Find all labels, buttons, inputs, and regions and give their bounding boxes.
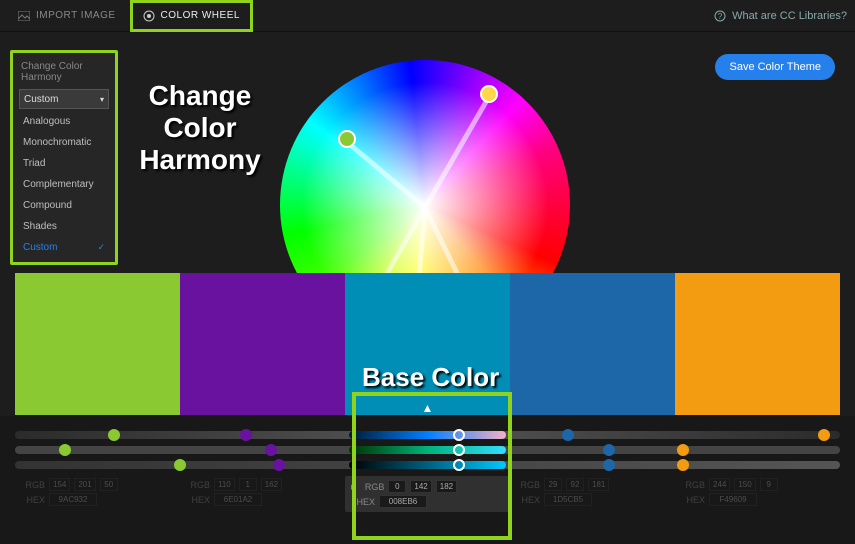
slider-handle[interactable]: [240, 429, 252, 441]
slider-handle[interactable]: [677, 459, 689, 471]
hex-value[interactable]: F49609: [709, 493, 757, 506]
slider-handle[interactable]: [108, 429, 120, 441]
rgb-value[interactable]: 201: [74, 478, 95, 491]
chevron-down-icon: ▾: [100, 95, 104, 104]
harmony-item-analogous[interactable]: Analogous: [19, 111, 109, 132]
harmony-item-shades[interactable]: Shades: [19, 216, 109, 237]
slider-handle[interactable]: [603, 444, 615, 456]
hex-value[interactable]: 008EB6: [379, 495, 427, 508]
wheel-handle[interactable]: [480, 85, 498, 103]
rgb-value[interactable]: 110: [214, 478, 235, 491]
slider-handle[interactable]: [818, 429, 830, 441]
base-slider-segment[interactable]: [349, 431, 506, 439]
harmony-select[interactable]: Custom ▾: [19, 89, 109, 109]
rgb-value[interactable]: 9: [760, 478, 778, 491]
rgb-value[interactable]: 154: [49, 478, 70, 491]
hex-value[interactable]: 1D5CB5: [544, 493, 592, 506]
slider-row-0[interactable]: [15, 431, 840, 439]
hex-label: HEX: [516, 495, 540, 505]
save-color-theme-button[interactable]: Save Color Theme: [715, 54, 835, 80]
svg-text:?: ?: [718, 12, 723, 21]
input-column-2: ▶ RGB 0 142 182 HEX 008EB6: [345, 476, 510, 512]
base-slider-segment[interactable]: [349, 446, 506, 454]
slider-row-1[interactable]: [15, 446, 840, 454]
hex-value[interactable]: 6E01A2: [214, 493, 262, 506]
image-icon: [18, 11, 30, 21]
slider-row-2[interactable]: [15, 461, 840, 469]
help-icon: ?: [714, 10, 726, 22]
input-column-4: RGB 244 150 9 HEX F49609: [675, 476, 840, 512]
slider-handle[interactable]: [59, 444, 71, 456]
swatch-1[interactable]: [180, 273, 345, 415]
rgb-value[interactable]: 181: [588, 478, 609, 491]
rgb-value[interactable]: 142: [410, 480, 431, 493]
base-indicator-icon: ▲: [422, 401, 434, 415]
slider-handle[interactable]: [265, 444, 277, 456]
hex-label: HEX: [351, 497, 375, 507]
rgb-value[interactable]: 50: [100, 478, 118, 491]
rgb-value[interactable]: 92: [566, 478, 584, 491]
hex-label: HEX: [21, 495, 45, 505]
tab-wheel-label: COLOR WHEEL: [161, 10, 240, 21]
rgb-value[interactable]: 182: [436, 480, 457, 493]
swatch-0[interactable]: [15, 273, 180, 415]
input-column-1: RGB 110 1 162 HEX 6E01A2: [180, 476, 345, 512]
top-bar: IMPORT IMAGE COLOR WHEEL ? What are CC L…: [0, 0, 855, 32]
slider-handle[interactable]: [174, 459, 186, 471]
rgb-label: RGB: [681, 480, 705, 490]
annotation-base-color: Base Color: [362, 362, 499, 393]
slider-handle[interactable]: [677, 444, 689, 456]
rgb-value[interactable]: 0: [388, 480, 406, 493]
hex-label: HEX: [681, 495, 705, 505]
tab-color-wheel[interactable]: COLOR WHEEL: [130, 0, 253, 32]
slider-handle[interactable]: [562, 429, 574, 441]
harmony-item-custom[interactable]: Custom✓: [19, 237, 109, 258]
harmony-title: Change Color Harmony: [21, 61, 109, 83]
hex-value[interactable]: 9AC932: [49, 493, 97, 506]
rgb-value[interactable]: 150: [734, 478, 755, 491]
slider-handle[interactable]: [603, 459, 615, 471]
harmony-list: AnalogousMonochromaticTriadComplementary…: [19, 111, 109, 258]
swatch-4[interactable]: [675, 273, 840, 415]
harmony-item-monochromatic[interactable]: Monochromatic: [19, 132, 109, 153]
rgb-label: RGB: [516, 480, 540, 490]
inputs-row: RGB 154 201 50 HEX 9AC932 RGB 110 1 162 HEX 6E01A2 ▶…: [15, 476, 840, 512]
harmony-item-triad[interactable]: Triad: [19, 153, 109, 174]
play-icon: ▶: [351, 483, 356, 491]
help-link[interactable]: ? What are CC Libraries?: [714, 10, 847, 22]
annotation-change-harmony: Change Color Harmony: [130, 80, 270, 176]
swatch-2[interactable]: ▲: [345, 273, 510, 415]
input-column-3: RGB 29 92 181 HEX 1D5CB5: [510, 476, 675, 512]
rgb-value[interactable]: 244: [709, 478, 730, 491]
tab-import-image[interactable]: IMPORT IMAGE: [8, 0, 126, 32]
harmony-selected: Custom: [24, 94, 58, 105]
base-slider-segment[interactable]: [349, 461, 506, 469]
swatch-3[interactable]: [510, 273, 675, 415]
swatch-row: ▲: [15, 273, 840, 415]
slider-handle[interactable]: [453, 444, 465, 456]
harmony-item-compound[interactable]: Compound: [19, 195, 109, 216]
rgb-label: RGB: [360, 482, 384, 492]
wheel-handle[interactable]: [338, 130, 356, 148]
rgb-value[interactable]: 29: [544, 478, 562, 491]
rgb-label: RGB: [186, 480, 210, 490]
editor-panel: RGB 154 201 50 HEX 9AC932 RGB 110 1 162 HEX 6E01A2 ▶…: [0, 416, 855, 544]
tab-import-label: IMPORT IMAGE: [36, 10, 116, 21]
input-column-0: RGB 154 201 50 HEX 9AC932: [15, 476, 180, 512]
rgb-value[interactable]: 1: [239, 478, 257, 491]
rgb-label: RGB: [21, 480, 45, 490]
slider-handle[interactable]: [273, 459, 285, 471]
wheel-icon: [143, 10, 155, 22]
harmony-item-complementary[interactable]: Complementary: [19, 174, 109, 195]
slider-handle[interactable]: [453, 429, 465, 441]
slider-handle[interactable]: [453, 459, 465, 471]
hex-label: HEX: [186, 495, 210, 505]
help-label: What are CC Libraries?: [732, 10, 847, 22]
rgb-value[interactable]: 162: [261, 478, 282, 491]
harmony-panel: Change Color Harmony Custom ▾ AnalogousM…: [10, 50, 118, 265]
